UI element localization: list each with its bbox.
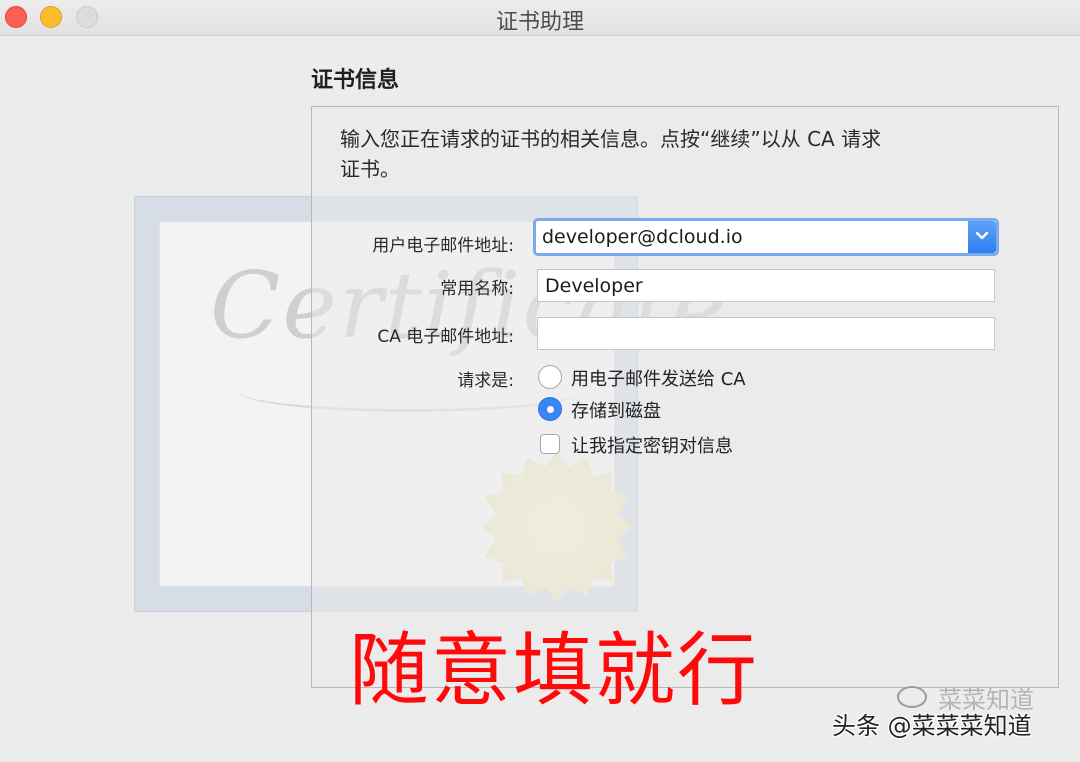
key-pair-checkbox[interactable] [540,434,560,454]
form-panel [311,106,1059,688]
email-value[interactable]: developer@dcloud.io [542,226,743,248]
email-dropdown-button[interactable] [968,221,996,253]
intro-text: 输入您正在请求的证书的相关信息。点按“继续”以从 CA 请求 证书。 [340,124,1020,184]
email-combo-box[interactable]: developer@dcloud.io [533,218,999,256]
email-label: 用户电子邮件地址: [372,236,514,256]
radio-save-to-disk[interactable] [538,397,562,421]
title-bar: 证书助理 [0,0,1080,36]
common-name-field[interactable] [537,269,995,302]
section-title: 证书信息 [311,68,400,93]
ca-email-field[interactable] [537,317,995,350]
chevron-down-icon [975,231,989,240]
key-pair-checkbox-label[interactable]: 让我指定密钥对信息 [571,432,733,458]
radio-email-to-ca[interactable] [538,365,562,389]
radio-save-to-disk-label[interactable]: 存储到磁盘 [571,397,661,423]
common-name-label: 常用名称: [440,279,514,299]
ca-email-label: CA 电子邮件地址: [377,327,514,347]
intro-line-2: 证书。 [340,157,400,181]
watermark-logo-icon [897,686,927,708]
intro-line-1: 输入您正在请求的证书的相关信息。点按“继续”以从 CA 请求 [340,127,882,151]
annotation-caption: 随意填就行 [349,624,759,717]
window-title: 证书助理 [495,10,584,35]
request-label: 请求是: [457,371,514,391]
watermark-text: 头条 @菜菜菜知道 [832,712,1032,740]
radio-email-to-ca-label[interactable]: 用电子邮件发送给 CA [571,365,746,391]
